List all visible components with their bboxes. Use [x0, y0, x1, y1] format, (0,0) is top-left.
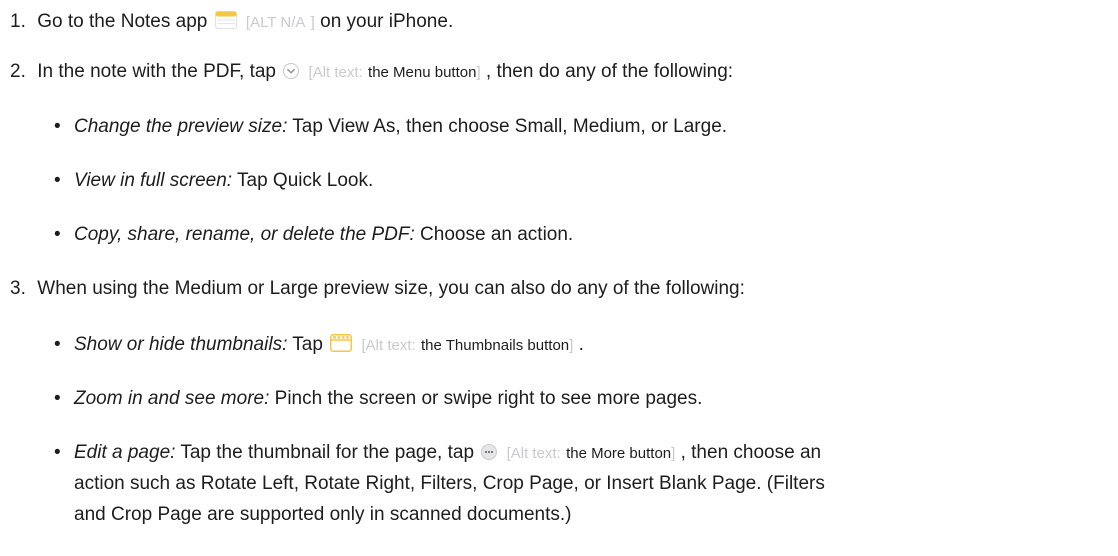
bullet-item: • View in full screen: Tap Quick Look.	[54, 168, 373, 194]
menu-chevron-circle-icon	[283, 61, 300, 87]
bullet-item: • Copy, share, rename, or delete the PDF:…	[54, 222, 573, 248]
bullet-emphasis: Edit a page:	[74, 442, 176, 463]
bullet-emphasis: Copy, share, rename, or delete the PDF:	[74, 224, 415, 245]
thumbnails-icon	[330, 334, 353, 360]
step-number: 3.	[10, 278, 26, 299]
bullet-emphasis: Zoom in and see more:	[74, 388, 270, 409]
step-2: 2. In the note with the PDF, tap [Alt te…	[10, 59, 733, 87]
step-text: In the note with the PDF, tap	[37, 61, 276, 82]
bullet-glyph: •	[54, 116, 61, 137]
bullet-item: • Show or hide thumbnails: Tap [Alt text:…	[54, 332, 584, 360]
step-text: When using the Medium or Large preview s…	[37, 278, 745, 299]
alt-text-body: the Thumbnails button	[420, 337, 570, 354]
bullet-glyph: •	[54, 334, 61, 355]
more-ellipsis-icon	[481, 442, 498, 468]
bullet-item: • Edit a page: Tap the thumbnail for the …	[54, 440, 821, 468]
alt-bracket-close: ]	[569, 337, 574, 354]
bullet-text-continuation: action such as Rotate Left, Rotate Right…	[74, 473, 825, 494]
step-3: 3. When using the Medium or Large previe…	[10, 276, 745, 302]
bullet-emphasis: Show or hide thumbnails:	[74, 334, 288, 355]
bullet-emphasis: Change the preview size:	[74, 116, 288, 137]
bullet-emphasis: View in full screen:	[74, 170, 233, 191]
alt-bracket-close: ]	[671, 445, 676, 462]
alt-text-body: the Menu button	[368, 64, 477, 81]
alt-text-prefix: Alt text:	[365, 337, 416, 354]
alt-text-body: the More button	[566, 445, 672, 462]
bullet-text: Pinch the screen or swipe right to see m…	[274, 388, 703, 409]
bullet-text: Tap Quick Look.	[237, 170, 374, 191]
bullet-item: • Zoom in and see more: Pinch the screen …	[54, 386, 702, 412]
bullet-text-after: .	[578, 334, 584, 355]
instructions-page: 1. Go to the Notes app [ALT N/A ] on you…	[0, 0, 1118, 556]
step-text-after: on your iPhone.	[320, 11, 454, 32]
step-1: 1. Go to the Notes app [ALT N/A ] on you…	[10, 9, 453, 37]
alt-bracket-close: ]	[476, 64, 481, 81]
bullet-text: Choose an action.	[420, 224, 574, 245]
alt-text-prefix: Alt text:	[510, 445, 561, 462]
alt-text-prefix: Alt text:	[312, 64, 363, 81]
bullet-text: Tap	[292, 334, 323, 355]
bullet-text-after: , then choose an	[680, 442, 822, 463]
step-number: 1.	[10, 11, 26, 32]
alt-text-na: ALT N/A	[250, 14, 306, 31]
step-text-after: , then do any of the following:	[485, 61, 734, 82]
step-number: 2.	[10, 61, 26, 82]
bullet-glyph: •	[54, 170, 61, 191]
bullet-item: • Change the preview size: Tap View As, t…	[54, 114, 727, 140]
bullet-glyph: •	[54, 388, 61, 409]
step-text: Go to the Notes app	[37, 11, 208, 32]
alt-bracket-close: ]	[310, 14, 315, 31]
bullet-glyph: •	[54, 224, 61, 245]
notes-app-icon	[214, 11, 237, 37]
bullet-text-continuation: and Crop Page are supported only in scan…	[74, 504, 572, 525]
bullet-text: Tap View As, then choose Small, Medium, …	[292, 116, 728, 137]
bullet-text: Tap the thumbnail for the page, tap	[180, 442, 475, 463]
bullet-glyph: •	[54, 442, 61, 463]
